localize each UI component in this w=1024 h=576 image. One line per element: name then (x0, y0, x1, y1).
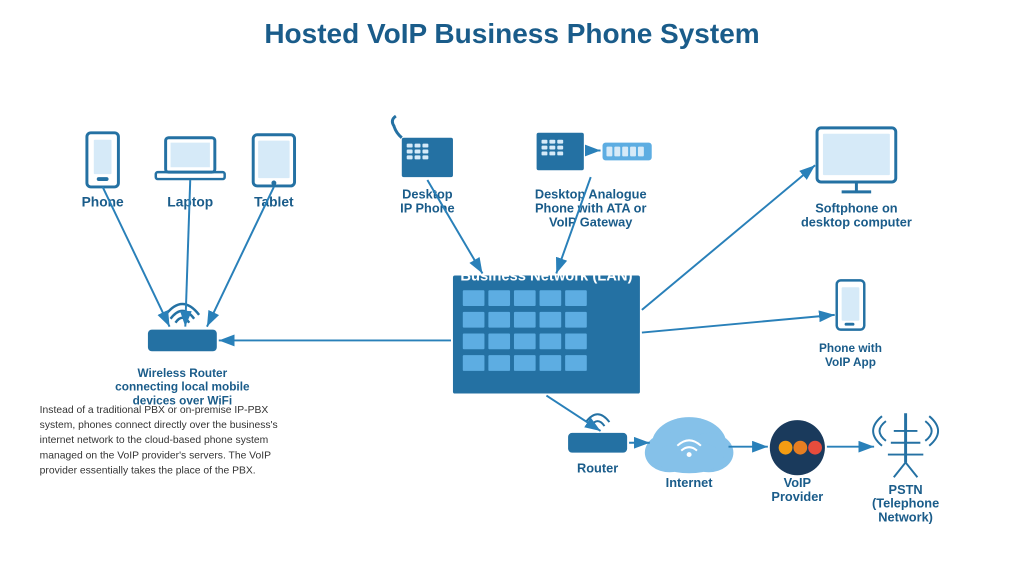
router-bottom-icon: Router (568, 414, 627, 475)
phone-icon: Phone (82, 133, 124, 210)
svg-text:Phone: Phone (82, 195, 124, 210)
svg-text:VoIP: VoIP (784, 475, 812, 490)
svg-text:VoIP Gateway: VoIP Gateway (549, 214, 633, 229)
svg-text:Desktop: Desktop (402, 187, 453, 202)
svg-text:Softphone on: Softphone on (815, 201, 898, 216)
svg-text:(Telephone: (Telephone (872, 496, 939, 511)
business-network-icon: Business Network (LAN) (453, 268, 640, 393)
svg-text:Phone with ATA or: Phone with ATA or (535, 201, 646, 216)
svg-text:connecting local mobile: connecting local mobile (115, 380, 250, 394)
svg-text:PSTN: PSTN (889, 482, 923, 497)
svg-text:Router: Router (577, 460, 618, 475)
desktop-ip-phone-icon: Desktop IP Phone (392, 116, 454, 215)
tablet-icon: Tablet (253, 135, 294, 210)
svg-text:Desktop Analogue: Desktop Analogue (535, 187, 647, 202)
svg-text:Phone with: Phone with (819, 341, 882, 355)
svg-text:desktop computer: desktop computer (801, 214, 912, 229)
diagram-svg: Phone Laptop Tablet (20, 60, 1004, 550)
svg-text:Internet: Internet (666, 475, 714, 490)
svg-text:Tablet: Tablet (254, 195, 294, 210)
page-container: Hosted VoIP Business Phone System Phone (0, 0, 1024, 576)
page-title: Hosted VoIP Business Phone System (20, 10, 1004, 50)
pstn-tower-icon: PSTN (Telephone Network) (872, 413, 939, 524)
phone-voip-icon: Phone with VoIP App (819, 280, 882, 369)
softphone-icon: Softphone on desktop computer (801, 128, 912, 229)
internet-cloud-icon: Internet (645, 417, 734, 490)
svg-text:Provider: Provider (771, 489, 823, 504)
wireless-router-icon: Wireless Router connecting local mobile … (115, 304, 250, 407)
svg-text:Network): Network) (878, 509, 933, 524)
voip-provider-icon: VoIP Provider (770, 420, 825, 504)
desktop-analogue-icon: Desktop Analogue Phone with ATA or VoIP … (535, 133, 652, 229)
svg-text:VoIP App: VoIP App (825, 355, 876, 369)
svg-text:Business Network (LAN): Business Network (LAN) (460, 268, 632, 284)
svg-text:Wireless Router: Wireless Router (138, 366, 228, 380)
diagram-area: Phone Laptop Tablet (20, 60, 1004, 550)
